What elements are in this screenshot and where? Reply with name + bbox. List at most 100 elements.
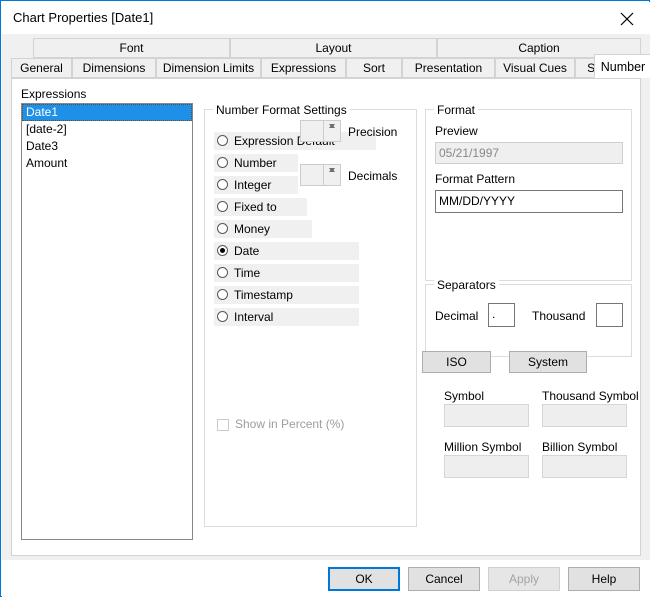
radio-label: Fixed to [234,200,277,214]
radio-icon [217,157,228,168]
radio-icon [217,201,228,212]
tab-presentation[interactable]: Presentation [402,58,495,78]
cancel-button-label: Cancel [425,572,463,586]
tab-number[interactable]: Number [594,54,650,78]
iso-button[interactable]: ISO [422,351,491,373]
billion-symbol-label: Billion Symbol [542,440,618,454]
million-symbol-input[interactable] [444,455,529,478]
list-item-label: [date-2] [26,122,67,136]
tab-visual-cues-label: Visual Cues [503,61,567,75]
ok-button[interactable]: OK [328,567,400,591]
radio-icon [217,223,228,234]
decimals-label: Decimals [348,169,398,183]
tab-number-label: Number [600,60,646,74]
list-item[interactable]: Date3 [22,138,192,155]
close-glyph [620,12,634,26]
format-pattern-label: Format Pattern [435,172,516,186]
million-symbol-label: Million Symbol [444,440,522,454]
radio-icon [217,267,228,278]
thousand-symbol-input[interactable] [542,404,627,427]
radio-label: Interval [234,310,274,324]
dialog-footer: OK Cancel Apply Help [2,560,650,597]
number-format-settings-title: Number Format Settings [213,103,350,117]
preview-label: Preview [435,124,478,138]
radio-icon [217,179,228,190]
list-item-label: Amount [26,156,68,170]
radio-label: Number [234,156,277,170]
ok-button-label: OK [355,572,373,586]
tab-row-lower: General Dimensions Dimension Limits Expr… [11,54,650,78]
tab-dimensions[interactable]: Dimensions [72,58,156,78]
tab-sort-label: Sort [362,61,385,75]
radio-label: Money [234,222,271,236]
precision-label: Precision [348,125,398,139]
radio-icon [217,135,228,146]
thousand-symbol-label: Thousand Symbol [542,389,639,403]
precision-stepper[interactable] [300,120,341,142]
list-item[interactable]: Amount [22,155,192,172]
cancel-button[interactable]: Cancel [408,567,480,591]
tab-general[interactable]: General [11,58,72,78]
tab-row-upper: Font Layout Caption [11,38,641,58]
chart-properties-dialog: Chart Properties [Date1] Font Layout Cap… [0,0,650,597]
preview-field: 05/21/1997 [435,142,623,164]
window-title: Chart Properties [Date1] [13,10,154,25]
radio-label: Timestamp [234,288,293,302]
radio-label: Date [234,244,260,258]
radio-integer[interactable]: Integer [214,176,298,194]
tab-layout[interactable]: Layout [230,38,437,58]
billion-symbol-input[interactable] [542,455,627,478]
expressions-list-label: Expressions [21,87,87,101]
apply-button-label: Apply [508,572,540,586]
radio-fixed-to[interactable]: Fixed to [214,198,307,216]
system-button[interactable]: System [509,351,587,373]
list-item[interactable]: [date-2] [22,121,192,138]
list-item[interactable]: Date1 [22,104,192,121]
tab-font-label: Font [119,41,144,55]
tab-general-label: General [20,61,63,75]
separators-group-title: Separators [434,278,499,292]
tab-sort[interactable]: Sort [346,58,402,78]
tab-page-number: Expressions Date1 [date-2] Date3 Amount [11,78,641,556]
tab-expressions[interactable]: Expressions [261,58,346,78]
system-button-label: System [527,355,568,369]
tab-dimensions-label: Dimensions [82,61,146,75]
radio-timestamp[interactable]: Timestamp [214,286,359,304]
symbol-label: Symbol [444,389,485,403]
radio-date[interactable]: Date [214,242,359,260]
tab-control: Font Layout Caption General Dimensions D… [11,38,650,556]
radio-number[interactable]: Number [214,154,298,172]
expressions-listbox[interactable]: Date1 [date-2] Date3 Amount [21,103,193,540]
decimals-stepper-buttons[interactable] [323,165,340,185]
tab-caption-label: Caption [518,41,560,55]
radio-icon [217,289,228,300]
radio-time[interactable]: Time [214,264,359,282]
radio-interval[interactable]: Interval [214,308,359,326]
tab-font[interactable]: Font [33,38,230,58]
help-button-label: Help [591,572,617,586]
decimals-stepper[interactable] [300,164,341,186]
radio-money[interactable]: Money [214,220,312,238]
checkbox-icon [217,419,229,431]
symbol-input[interactable] [444,404,529,427]
close-icon[interactable] [604,2,650,33]
tab-dimension-limits-label: Dimension Limits [162,61,255,75]
dialog-client-area: Font Layout Caption General Dimensions D… [2,34,650,597]
help-button[interactable]: Help [568,567,640,591]
format-pattern-input[interactable]: MM/DD/YYYY [435,190,623,213]
separators-group: Separators Decimal . Thousand [425,278,632,357]
list-item-label: Date3 [26,139,59,153]
format-group: Format Preview 05/21/1997 Format Pattern… [425,103,632,281]
thousand-separator-label: Thousand [532,309,586,323]
title-bar: Chart Properties [Date1] [2,2,650,34]
tab-dimension-limits[interactable]: Dimension Limits [156,58,261,78]
tab-visual-cues[interactable]: Visual Cues [495,58,575,78]
checkbox-label: Show in Percent (%) [235,417,345,431]
format-group-title: Format [434,103,479,117]
precision-stepper-buttons[interactable] [323,121,340,141]
thousand-separator-input[interactable] [596,303,623,327]
decimal-separator-label: Decimal [435,309,479,323]
list-item-label: Date1 [26,105,59,119]
decimal-separator-input[interactable]: . [488,303,515,327]
tab-presentation-label: Presentation [414,61,483,75]
